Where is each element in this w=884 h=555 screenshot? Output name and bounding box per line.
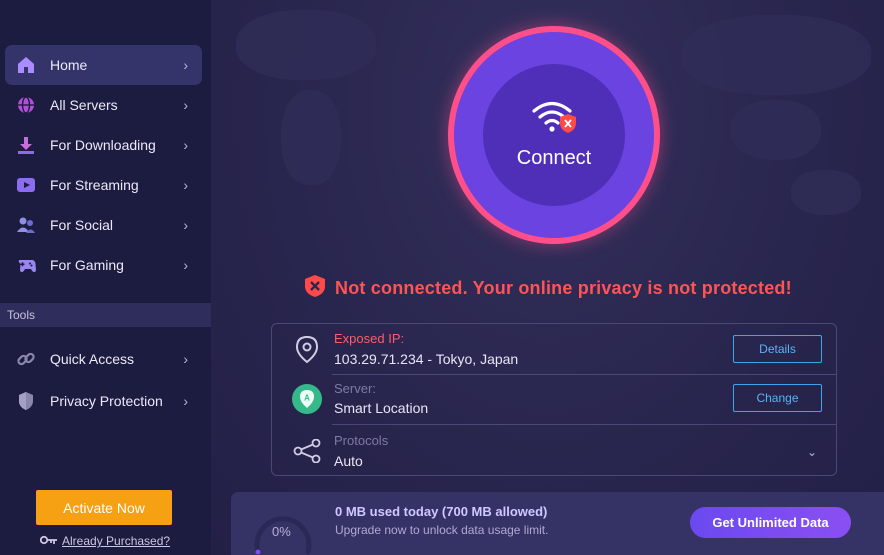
- home-icon: [15, 54, 37, 76]
- chevron-right-icon: ›: [183, 257, 188, 273]
- main-panel: Connect Not connected. Your online priva…: [211, 0, 884, 555]
- chevron-down-icon[interactable]: ⌄: [807, 445, 817, 459]
- protocols-value: Auto: [334, 453, 363, 469]
- chevron-right-icon: ›: [183, 351, 188, 367]
- server-label: Server:: [334, 381, 376, 396]
- shield-icon: [15, 390, 37, 412]
- gamepad-icon: [15, 254, 37, 276]
- share-nodes-icon: [290, 434, 324, 468]
- download-icon: [15, 134, 37, 156]
- sidebar-item-label: All Servers: [50, 97, 118, 113]
- divider: [332, 424, 836, 425]
- sidebar: Home › All Servers › For Downloading › F…: [0, 0, 211, 555]
- sidebar-item-label: For Downloading: [50, 137, 156, 153]
- chevron-right-icon: ›: [183, 97, 188, 113]
- server-value: Smart Location: [334, 400, 429, 416]
- world-map-decoration: [731, 100, 821, 160]
- key-icon: [39, 534, 58, 548]
- svg-text:A: A: [304, 394, 310, 403]
- sidebar-item-all-servers[interactable]: All Servers ›: [5, 85, 202, 125]
- sidebar-item-quick-access[interactable]: Quick Access ›: [5, 339, 202, 379]
- chevron-right-icon: ›: [183, 393, 188, 409]
- sidebar-item-label: For Streaming: [50, 177, 139, 193]
- sidebar-item-label: Privacy Protection: [50, 393, 163, 409]
- sidebar-item-for-streaming[interactable]: For Streaming ›: [5, 165, 202, 205]
- already-purchased-label: Already Purchased?: [62, 534, 171, 548]
- play-icon: [15, 174, 37, 196]
- usage-title: 0 MB used today (700 MB allowed): [335, 504, 548, 519]
- status-message: Not connected. Your online privacy is no…: [335, 278, 792, 298]
- data-usage-bar: 0% 0 MB used today (700 MB allowed) Upgr…: [231, 492, 884, 555]
- sidebar-item-label: Home: [50, 57, 88, 73]
- warning-shield-icon: [304, 274, 326, 303]
- sidebar-item-label: Quick Access: [50, 351, 135, 367]
- sidebar-item-home[interactable]: Home ›: [5, 45, 202, 85]
- connection-status: Not connected. Your online privacy is no…: [304, 274, 792, 303]
- connect-label: Connect: [516, 147, 592, 169]
- already-purchased-link[interactable]: Already Purchased?: [39, 534, 171, 548]
- usage-percent: 0%: [272, 524, 291, 539]
- sidebar-item-privacy-protection[interactable]: Privacy Protection ›: [5, 381, 202, 421]
- get-unlimited-data-button[interactable]: Get Unlimited Data: [690, 507, 851, 538]
- exposed-ip-label: Exposed IP:: [334, 331, 405, 346]
- chevron-right-icon: ›: [183, 177, 188, 193]
- globe-icon: [15, 94, 37, 116]
- sidebar-item-for-social[interactable]: For Social ›: [5, 205, 202, 245]
- wifi-disconnected-icon: [531, 100, 577, 139]
- smart-location-icon: A: [290, 382, 324, 416]
- link-icon: [15, 348, 37, 370]
- chevron-right-icon: ›: [183, 137, 188, 153]
- world-map-decoration: [281, 90, 341, 185]
- usage-subtitle: Upgrade now to unlock data usage limit.: [335, 523, 549, 537]
- details-button[interactable]: Details: [733, 335, 822, 363]
- sidebar-item-label: For Social: [50, 217, 114, 233]
- location-pin-icon: [290, 332, 324, 366]
- divider: [332, 374, 836, 375]
- exposed-ip-value: 103.29.71.234 - Tokyo, Japan: [334, 351, 519, 367]
- sidebar-item-label: For Gaming: [50, 257, 124, 273]
- tools-header: Tools: [0, 303, 211, 327]
- people-icon: [15, 214, 37, 236]
- sidebar-item-for-downloading[interactable]: For Downloading ›: [5, 125, 202, 165]
- connection-info-panel: Exposed IP: 103.29.71.234 - Tokyo, Japan…: [271, 323, 837, 476]
- connect-button[interactable]: Connect: [483, 64, 625, 206]
- world-map-decoration: [791, 170, 861, 215]
- chevron-right-icon: ›: [183, 57, 188, 73]
- world-map-decoration: [236, 10, 376, 80]
- change-server-button[interactable]: Change: [733, 384, 822, 412]
- chevron-right-icon: ›: [183, 217, 188, 233]
- protocols-label: Protocols: [334, 433, 389, 448]
- sidebar-item-for-gaming[interactable]: For Gaming ›: [5, 245, 202, 285]
- world-map-decoration: [681, 15, 871, 95]
- activate-now-button[interactable]: Activate Now: [36, 490, 172, 525]
